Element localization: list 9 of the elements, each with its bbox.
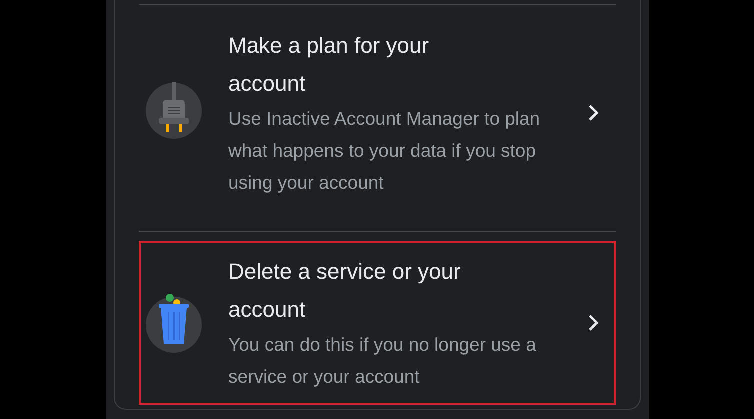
chevron-right-icon	[588, 314, 600, 332]
trash-icon	[144, 292, 202, 354]
settings-item[interactable]: Make a plan for your account Use Inactive Account Manager to plan what happens to your data if you stop using your account	[138, 5, 616, 221]
settings-item[interactable]: Delete a service or your account You can do this if you no longer use a service or your account	[138, 241, 616, 405]
chevron-right-icon	[588, 104, 600, 122]
item-title: Delete a service or your account	[228, 258, 462, 324]
item-description: You can do this if you no longer use a service or your account	[228, 333, 538, 389]
item-title: Make a plan for your account	[228, 32, 430, 98]
item-description: Use Inactive Account Manager to plan what happens to your data if you stop using your account	[228, 107, 542, 195]
